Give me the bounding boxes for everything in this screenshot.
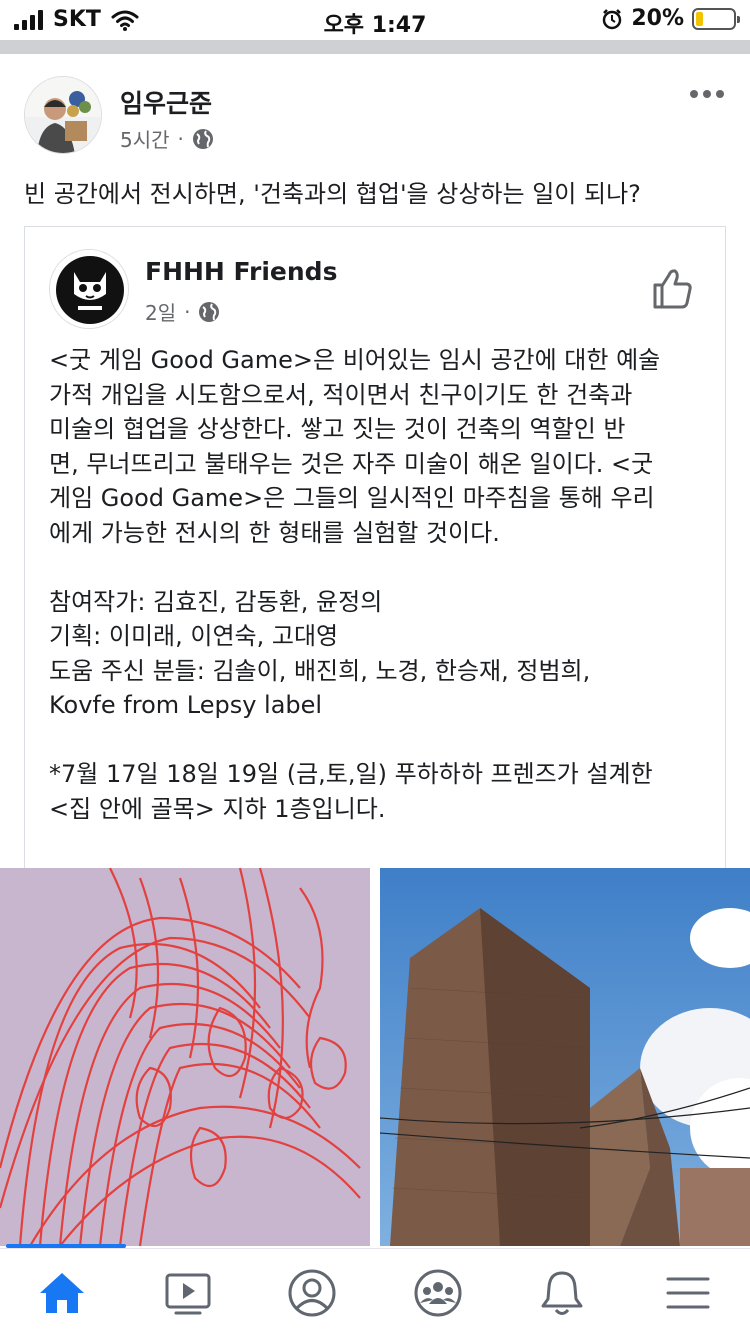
post-time[interactable]: 5시간 <box>120 124 170 153</box>
more-options-button[interactable] <box>690 90 724 98</box>
red-line-drawing-photo[interactable] <box>0 868 370 1246</box>
body-line: 면, 무너뜨리고 불태우는 것은 자주 미술이 해온 일이다. <굿 <box>49 449 654 478</box>
groups-icon[interactable] <box>412 1267 464 1319</box>
battery-nub <box>737 15 740 23</box>
building-art <box>380 868 750 1246</box>
avatar-image <box>25 77 101 153</box>
body-line: 참여작가: 김효진, 감동환, 윤정의 <box>49 587 383 616</box>
body-line: 가적 개입을 시도함으로서, 적이면서 친구이기도 한 건축과 <box>49 380 633 409</box>
battery-icon <box>692 7 740 30</box>
shared-author[interactable]: FHHH Friends <box>145 257 337 286</box>
status-bar: SKT 오후 1:47 20% <box>0 0 750 40</box>
alarm-icon <box>603 8 622 29</box>
shared-post-card[interactable]: FHHH Friends 2일 · <굿 게임 Good Game>은 비어있는… <box>24 226 726 870</box>
shared-avatar-image <box>50 250 128 328</box>
body-line: Kovfe from Lepsy label <box>49 691 323 719</box>
menu-icon[interactable] <box>662 1267 714 1319</box>
more-icon-dot <box>703 90 711 98</box>
video-icon[interactable] <box>162 1267 214 1319</box>
body-line: <집 안에 골목> 지하 1층입니다. <box>49 794 386 823</box>
more-icon-dot <box>716 90 724 98</box>
post-meta: 5시간 · <box>120 124 214 153</box>
body-line: 미술의 협업을 상상한다. 쌓고 짓는 것이 건축의 역할인 반 <box>49 415 626 443</box>
profile-icon[interactable] <box>286 1267 338 1319</box>
feed-divider <box>0 40 750 54</box>
body-line: 에게 가능한 전시의 한 형태를 실험할 것이다. <box>49 518 500 547</box>
battery-fill <box>696 11 703 26</box>
tab-bar <box>0 1248 750 1334</box>
shared-body: <굿 게임 Good Game>은 비어있는 임시 공간에 대한 예술 가적 개… <box>49 343 709 826</box>
more-icon <box>690 90 698 98</box>
body-line: <굿 게임 Good Game>은 비어있는 임시 공간에 대한 예술 <box>49 346 661 374</box>
home-icon[interactable] <box>36 1267 88 1319</box>
globe-icon <box>199 301 220 322</box>
meta-separator: · <box>177 126 184 151</box>
avatar[interactable] <box>24 76 102 154</box>
battery-percent: 20% <box>631 6 684 31</box>
globe-icon <box>192 128 213 149</box>
notifications-icon[interactable] <box>536 1267 588 1319</box>
body-line: 도움 주신 분들: 김솔이, 배진희, 노경, 한승재, 정범희, <box>49 656 591 685</box>
body-line: 기획: 이미래, 이연숙, 고대영 <box>49 622 339 650</box>
shared-meta: 2일 · <box>145 297 220 326</box>
shared-avatar[interactable] <box>49 249 129 329</box>
body-line: 게임 Good Game>은 그들의 일시적인 마주침을 통해 우리 <box>49 484 655 512</box>
meta-separator: · <box>184 299 191 324</box>
drawing-art <box>0 868 370 1246</box>
post-text: 빈 공간에서 전시하면, '건축과의 협업'을 상상하는 일이 되나? <box>24 180 641 208</box>
like-icon[interactable] <box>651 267 695 311</box>
post-author[interactable]: 임우근준 <box>120 84 212 120</box>
shared-time[interactable]: 2일 <box>145 297 176 326</box>
brick-building-photo[interactable] <box>380 868 750 1246</box>
status-right: 20% <box>601 6 740 31</box>
body-line: *7월 17일 18일 19일 (금,토,일) 푸하하하 프렌즈가 설계한 <box>49 760 653 788</box>
